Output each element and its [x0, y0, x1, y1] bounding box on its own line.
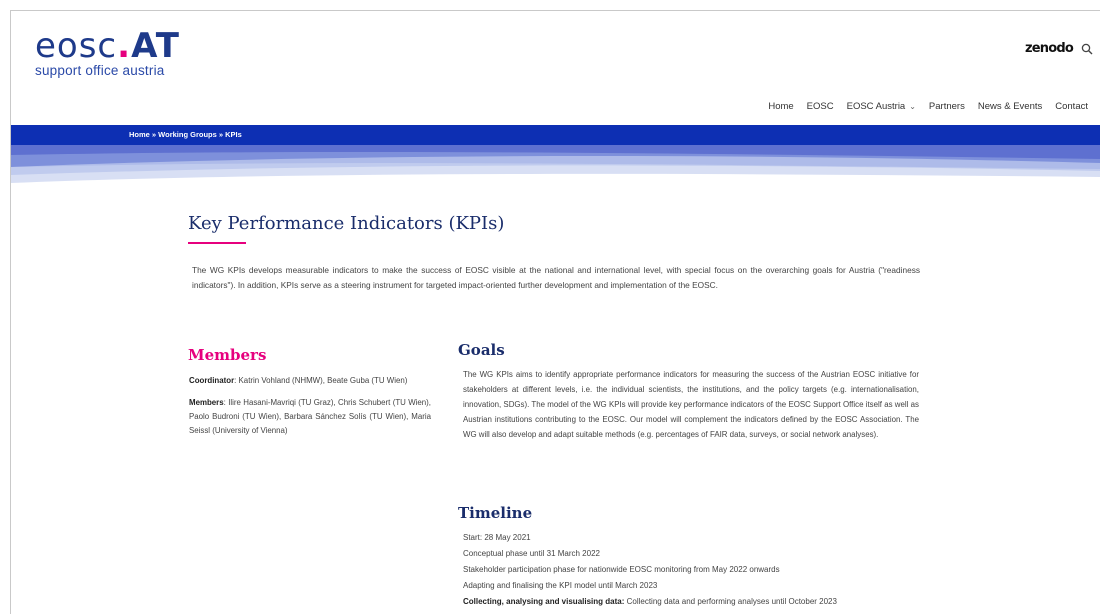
logo-wordmark: eosc.AT	[35, 29, 180, 63]
intro-paragraph: The WG KPIs develops measurable indicato…	[192, 265, 920, 290]
timeline-item: Start: 28 May 2021	[463, 533, 531, 542]
breadcrumb[interactable]: Home » Working Groups » KPIs	[129, 130, 242, 139]
nav-item-partners[interactable]: Partners	[929, 101, 965, 112]
members-section: Coordinator: Katrin Vohland (NHMW), Beat…	[189, 374, 431, 446]
main-nav: Home EOSC EOSC Austria ⌄ Partners News & …	[768, 101, 1088, 112]
nav-item-eosc-austria[interactable]: EOSC Austria ⌄	[847, 101, 916, 112]
page-title: Key Performance Indicators (KPIs)	[188, 213, 505, 234]
nav-item-label: EOSC Austria	[846, 101, 906, 112]
logo-dot: .	[117, 26, 132, 66]
coordinator-paragraph: Coordinator: Katrin Vohland (NHMW), Beat…	[189, 374, 431, 388]
logo-tagline: support office austria	[35, 63, 165, 78]
search-icon[interactable]	[1081, 43, 1093, 55]
timeline-item: Conceptual phase until 31 March 2022	[463, 549, 600, 558]
title-underline	[188, 242, 246, 244]
members-text: : Ilire Hasani-Mavriqi (TU Graz), Chris …	[189, 398, 431, 435]
zenodo-link[interactable]: zenodo	[1025, 41, 1074, 56]
coordinator-text: : Katrin Vohland (NHMW), Beate Guba (TU …	[234, 376, 408, 385]
timeline-item-text: Collecting data and performing analyses …	[624, 597, 837, 606]
timeline-item: Adapting and finalising the KPI model un…	[463, 581, 658, 590]
logo-text-at: AT	[131, 26, 180, 66]
members-paragraph: Members: Ilire Hasani-Mavriqi (TU Graz),…	[189, 396, 431, 438]
nav-item-news-events[interactable]: News & Events	[978, 101, 1042, 112]
nav-item-home[interactable]: Home	[768, 101, 793, 112]
members-heading: Members	[188, 346, 267, 364]
decorative-waves	[11, 145, 1100, 183]
goals-heading: Goals	[458, 341, 505, 359]
timeline-list: Start: 28 May 2021 Conceptual phase unti…	[463, 530, 943, 610]
logo-text-eosc: eosc	[35, 26, 118, 66]
timeline-item-label: Collecting, analysing and visualising da…	[463, 597, 625, 606]
browser-viewport: eosc.AT support office austria zenodo Ho…	[10, 10, 1100, 614]
timeline-heading: Timeline	[458, 504, 533, 522]
nav-item-eosc[interactable]: EOSC	[807, 101, 834, 112]
timeline-item: Collecting, analysing and visualising da…	[463, 594, 943, 610]
nav-item-contact[interactable]: Contact	[1055, 101, 1088, 112]
site-logo[interactable]: eosc.AT support office austria	[35, 29, 180, 78]
timeline-item: Stakeholder participation phase for nati…	[463, 565, 780, 574]
coordinator-label: Coordinator	[189, 376, 235, 385]
goals-paragraph: The WG KPIs aims to identify appropriate…	[463, 370, 919, 439]
chevron-down-icon: ⌄	[909, 102, 916, 111]
members-label: Members	[189, 398, 224, 407]
